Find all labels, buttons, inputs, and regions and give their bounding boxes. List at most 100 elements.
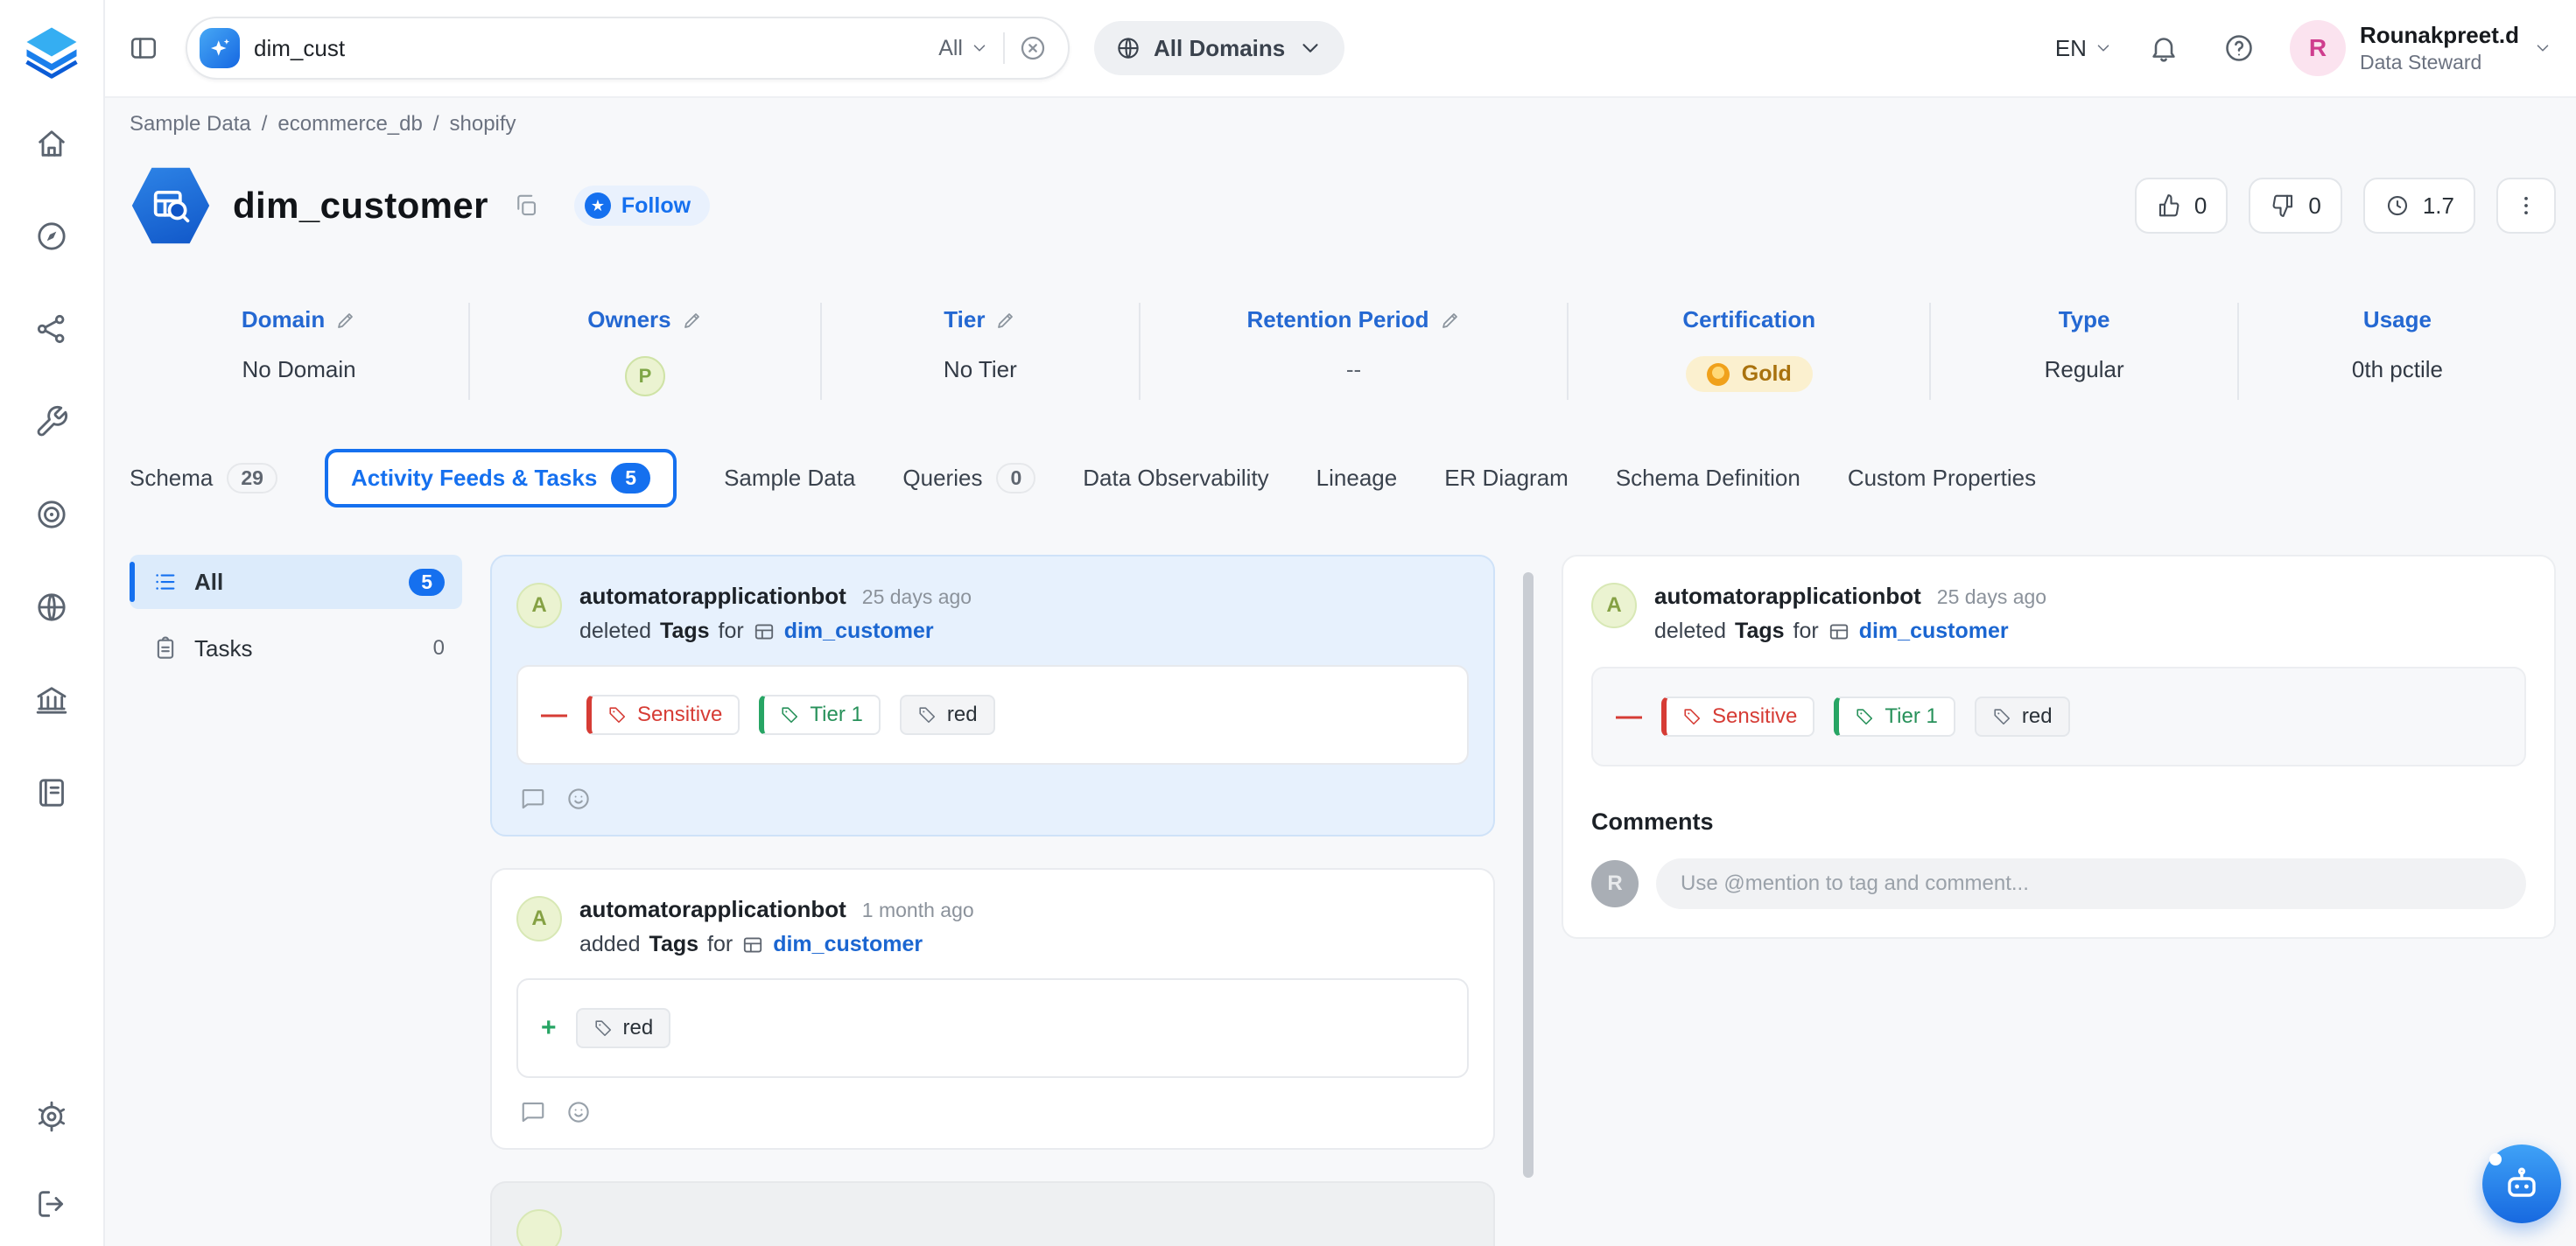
breadcrumb: Sample Data / ecommerce_db / shopify [130, 112, 2556, 136]
user-name: Rounakpreet.d [2360, 21, 2519, 50]
logout-icon[interactable] [34, 1186, 69, 1222]
tools-wrench-icon[interactable] [34, 404, 69, 439]
notifications-bell-button[interactable] [2139, 24, 2188, 73]
edit-pencil-icon[interactable] [335, 310, 356, 331]
comments-title: Comments [1591, 808, 2526, 836]
tag-label: Tier 1 [1885, 704, 1937, 729]
edit-pencil-icon[interactable] [995, 310, 1016, 331]
tab-count: 29 [227, 463, 277, 494]
tag-icon [593, 1018, 613, 1038]
reply-comment-icon[interactable] [520, 1099, 546, 1125]
global-search[interactable]: All [186, 17, 1070, 80]
tag-red: red [576, 1008, 671, 1048]
entity-actions: 0 0 1.7 [2135, 178, 2556, 234]
tab-schema[interactable]: Schema29 [130, 451, 277, 506]
feed-timestamp: 25 days ago [1937, 585, 2046, 609]
copy-icon[interactable] [513, 192, 539, 219]
meta-owners: Owners P [470, 303, 822, 400]
version-history-button[interactable]: 1.7 [2363, 178, 2475, 234]
feed-card[interactable]: A automatorapplicationbot 25 days ago de… [490, 555, 1495, 836]
table-icon [1828, 620, 1850, 643]
filter-all[interactable]: All 5 [130, 555, 462, 609]
feed-card[interactable]: A automatorapplicationbot 1 month ago ad… [490, 868, 1495, 1150]
tag-icon [1855, 707, 1874, 726]
edit-pencil-icon[interactable] [1440, 310, 1461, 331]
search-scope-dropdown[interactable]: All [938, 36, 989, 61]
upvote-button[interactable]: 0 [2135, 178, 2228, 234]
meta-value: -- [1346, 356, 1361, 383]
governance-bank-icon[interactable] [34, 682, 69, 718]
observability-target-icon[interactable] [34, 497, 69, 532]
lineage-graph-icon[interactable] [34, 312, 69, 346]
explore-compass-icon[interactable] [34, 219, 69, 254]
downvote-count: 0 [2308, 192, 2320, 220]
user-menu[interactable]: R Rounakpreet.d Data Steward [2290, 20, 2552, 76]
tag-sensitive: Sensitive [586, 695, 740, 735]
sidebar-toggle-button[interactable] [119, 24, 168, 73]
tag-label: Sensitive [637, 703, 722, 727]
user-text: Rounakpreet.d Data Steward [2360, 21, 2519, 74]
help-button[interactable] [2215, 24, 2264, 73]
edit-pencil-icon[interactable] [682, 310, 703, 331]
follow-button[interactable]: ★ Follow [574, 186, 710, 226]
tag-icon [1992, 707, 2011, 726]
tag-red: red [1975, 696, 2070, 737]
more-options-button[interactable] [2496, 178, 2556, 234]
tab-lineage[interactable]: Lineage [1316, 452, 1398, 504]
comment-input[interactable] [1656, 858, 2526, 909]
meta-value: Regular [2045, 356, 2124, 383]
entity-link[interactable]: dim_customer [1828, 619, 2009, 644]
downvote-button[interactable]: 0 [2249, 178, 2341, 234]
domains-filter-label: All Domains [1154, 35, 1285, 62]
tab-queries[interactable]: Queries0 [902, 451, 1035, 506]
tag-label: Sensitive [1712, 704, 1797, 729]
comment-row: R [1591, 858, 2526, 909]
follow-label: Follow [621, 193, 691, 219]
clear-search-icon[interactable] [1019, 34, 1047, 62]
tag-icon [1682, 707, 1702, 726]
app-logo-icon[interactable] [20, 21, 83, 84]
home-icon[interactable] [34, 126, 69, 161]
knowledge-book-icon[interactable] [34, 775, 69, 810]
search-divider [1003, 32, 1005, 64]
reply-comment-icon[interactable] [520, 786, 546, 812]
content: Sample Data / ecommerce_db / shopify dim… [105, 98, 2576, 1246]
search-input[interactable] [254, 35, 924, 62]
feed-action: added [579, 932, 641, 957]
feed-card-partial[interactable] [490, 1181, 1495, 1246]
feed-user: automatorapplicationbot [579, 583, 846, 610]
tag-icon [607, 705, 627, 724]
entity-link-label: dim_customer [773, 932, 923, 957]
breadcrumb-item[interactable]: shopify [450, 112, 516, 136]
tab-custom-properties[interactable]: Custom Properties [1848, 452, 2036, 504]
tab-data-observability[interactable]: Data Observability [1083, 452, 1268, 504]
feed-card-actions [516, 1099, 1469, 1125]
emoji-reaction-icon[interactable] [565, 786, 592, 812]
gold-medal-icon [1707, 363, 1730, 386]
feed-preposition: for [1793, 619, 1819, 644]
commenter-avatar: R [1591, 860, 1639, 907]
tag-change-box: — Sensitive Tier 1 red [516, 665, 1469, 765]
chatbot-fab[interactable] [2482, 1144, 2561, 1223]
entity-link[interactable]: dim_customer [741, 932, 923, 957]
tab-label: Activity Feeds & Tasks [351, 465, 597, 492]
language-selector[interactable]: EN [2055, 35, 2113, 62]
feed-action: deleted [1654, 619, 1726, 644]
tag-label: red [947, 703, 978, 727]
tag-sensitive: Sensitive [1661, 696, 1814, 737]
filter-tasks[interactable]: Tasks 0 [130, 621, 462, 676]
feed-scrollbar[interactable] [1523, 572, 1534, 1178]
breadcrumb-item[interactable]: ecommerce_db [277, 112, 422, 136]
tab-schema-definition[interactable]: Schema Definition [1616, 452, 1800, 504]
domains-filter-button[interactable]: All Domains [1094, 21, 1344, 75]
settings-gear-icon[interactable] [34, 1099, 69, 1134]
tab-sample-data[interactable]: Sample Data [724, 452, 855, 504]
tab-bar: Schema29 Activity Feeds & Tasks5 Sample … [130, 449, 2556, 508]
tab-activity-feeds-tasks[interactable]: Activity Feeds & Tasks5 [325, 449, 677, 508]
entity-link[interactable]: dim_customer [753, 619, 934, 644]
bot-avatar: A [1591, 583, 1637, 628]
tab-er-diagram[interactable]: ER Diagram [1444, 452, 1569, 504]
domains-globe-icon[interactable] [34, 590, 69, 625]
emoji-reaction-icon[interactable] [565, 1099, 592, 1125]
breadcrumb-item[interactable]: Sample Data [130, 112, 251, 136]
